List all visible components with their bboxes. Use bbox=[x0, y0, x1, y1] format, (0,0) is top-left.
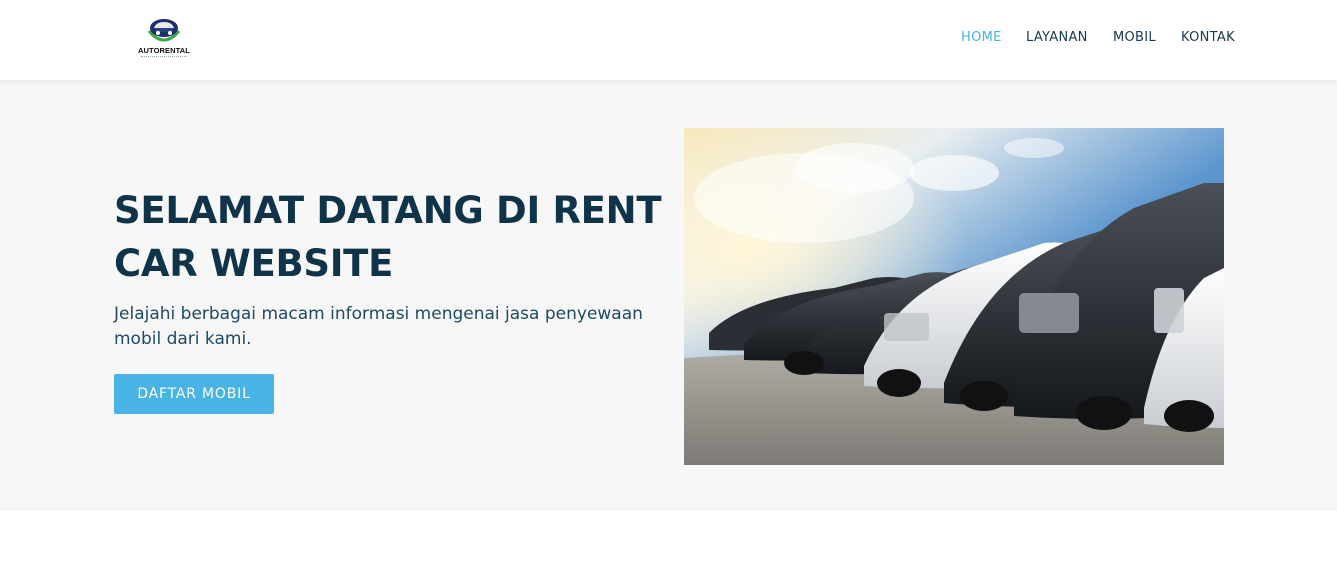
main-nav: HOME LAYANAN MOBIL KONTAK bbox=[0, 30, 1337, 50]
hero-section: SELAMAT DATANG DI RENT CAR WEBSITE Jelaj… bbox=[0, 80, 1337, 511]
nav-item-home[interactable]: HOME bbox=[961, 30, 1002, 45]
hero-description: Jelajahi berbagai macam informasi mengen… bbox=[114, 304, 643, 349]
hero-title: SELAMAT DATANG DI RENT CAR WEBSITE bbox=[114, 189, 662, 285]
nav-item-mobil[interactable]: MOBIL bbox=[1113, 30, 1156, 45]
car-lineup-image bbox=[684, 128, 1224, 465]
car-lineup-photo bbox=[684, 128, 1224, 465]
car-list-button[interactable]: DAFTAR MOBIL bbox=[114, 374, 274, 414]
nav-item-layanan[interactable]: LAYANAN bbox=[1026, 30, 1088, 45]
navbar: AUTORENTAL HOME LAYANAN MOBIL KONTAK bbox=[0, 0, 1337, 80]
nav-item-kontak[interactable]: KONTAK bbox=[1181, 30, 1235, 45]
brand-logo-tagline-line bbox=[141, 56, 187, 58]
